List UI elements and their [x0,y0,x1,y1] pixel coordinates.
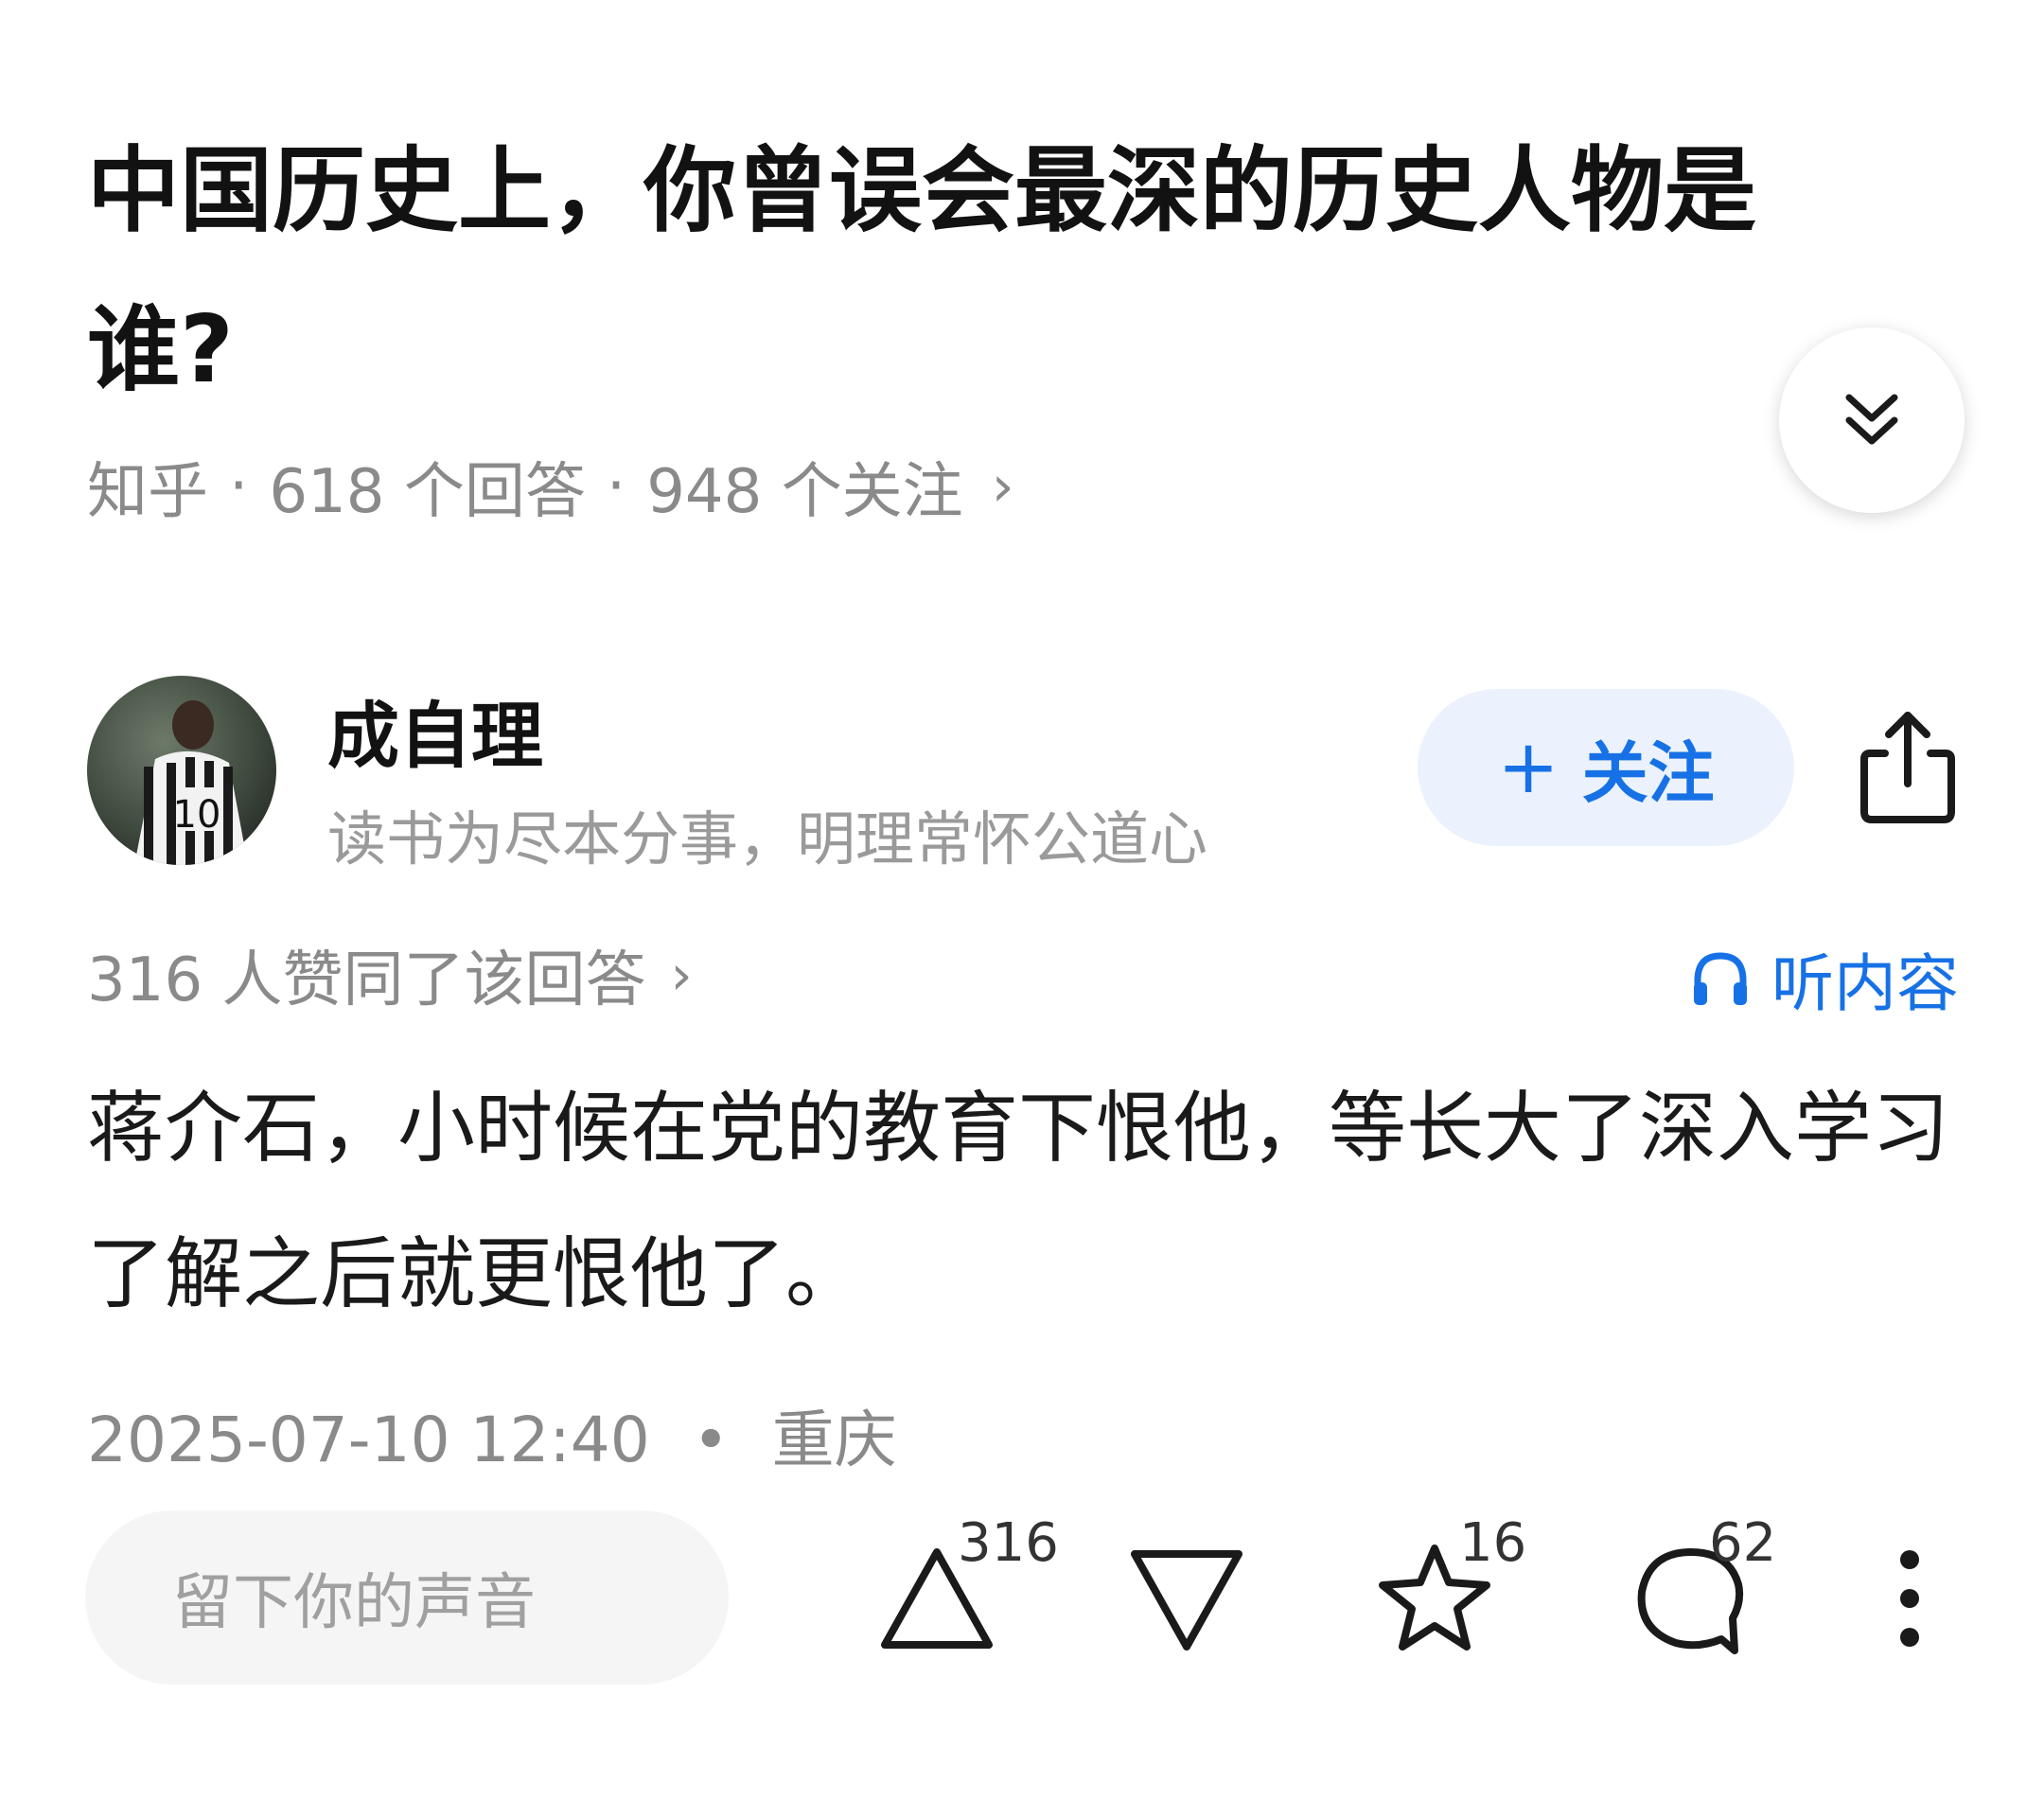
follow-label: 关注 [1581,733,1715,812]
collapse-button[interactable] [1779,327,1965,513]
author-bio: 读书为尽本分事，明理常怀公道心 [327,804,1208,874]
chevron-right-icon: › [991,453,1014,520]
share-icon [1860,712,1955,823]
listen-label: 听内容 [1771,947,1959,1020]
answer-content[interactable]: 蒋介石，小时候在党的教育下恨他，等长大了深入学习了解之后就更恨他了。 [87,1056,1970,1348]
comment-placeholder: 留下你的声音 [172,1568,536,1638]
author-name[interactable]: 成自理 [327,678,543,782]
comment-input[interactable]: 留下你的声音 [85,1510,729,1685]
separator-dot: · [229,451,249,521]
answer-datetime: 2025-07-10 12:40 [87,1404,650,1476]
answer-location: 重庆 [771,1404,897,1476]
double-chevron-down-icon [1845,394,1898,445]
upvote-button[interactable]: 316 [871,1512,1059,1666]
downvote-triangle-icon [1131,1550,1242,1651]
source-label: 知乎 [87,457,208,527]
upvote-count: 316 [958,1512,1059,1574]
question-title[interactable]: 中国历史上，你曾误会最深的历史人物是谁? [87,112,1866,430]
favorite-button[interactable]: 16 [1368,1512,1526,1666]
comment-count: 62 [1709,1512,1777,1574]
headphones-icon [1694,952,1747,1005]
favorite-count: 16 [1459,1512,1527,1574]
svg-text:10: 10 [173,793,221,837]
vote-summary-text: 316 人赞同了该回答 [87,945,646,1015]
vote-summary[interactable]: 316 人赞同了该回答 › [87,931,693,1018]
follow-button[interactable]: + 关注 [1418,689,1794,846]
question-meta[interactable]: 知乎 · 618 个回答 · 948 个关注 › [87,443,1014,530]
answer-count: 618 个回答 [269,457,586,527]
comment-button[interactable]: 62 [1624,1512,1776,1666]
chevron-right-icon: › [670,943,693,1007]
more-vertical-icon [1900,1550,1919,1647]
avatar-photo-icon: 10 [87,676,276,865]
avatar[interactable]: 10 [87,676,276,865]
more-button[interactable] [1872,1546,1947,1651]
share-button[interactable] [1857,706,1959,827]
answer-meta: 2025-07-10 12:40 • 重庆 [87,1389,897,1480]
plus-icon: + [1497,725,1559,810]
downvote-button[interactable] [1120,1533,1253,1666]
separator-dot: · [606,451,626,521]
follower-count: 948 个关注 [646,457,963,527]
listen-button[interactable]: 听内容 [1690,933,1959,1024]
separator-dot: • [692,1404,730,1476]
